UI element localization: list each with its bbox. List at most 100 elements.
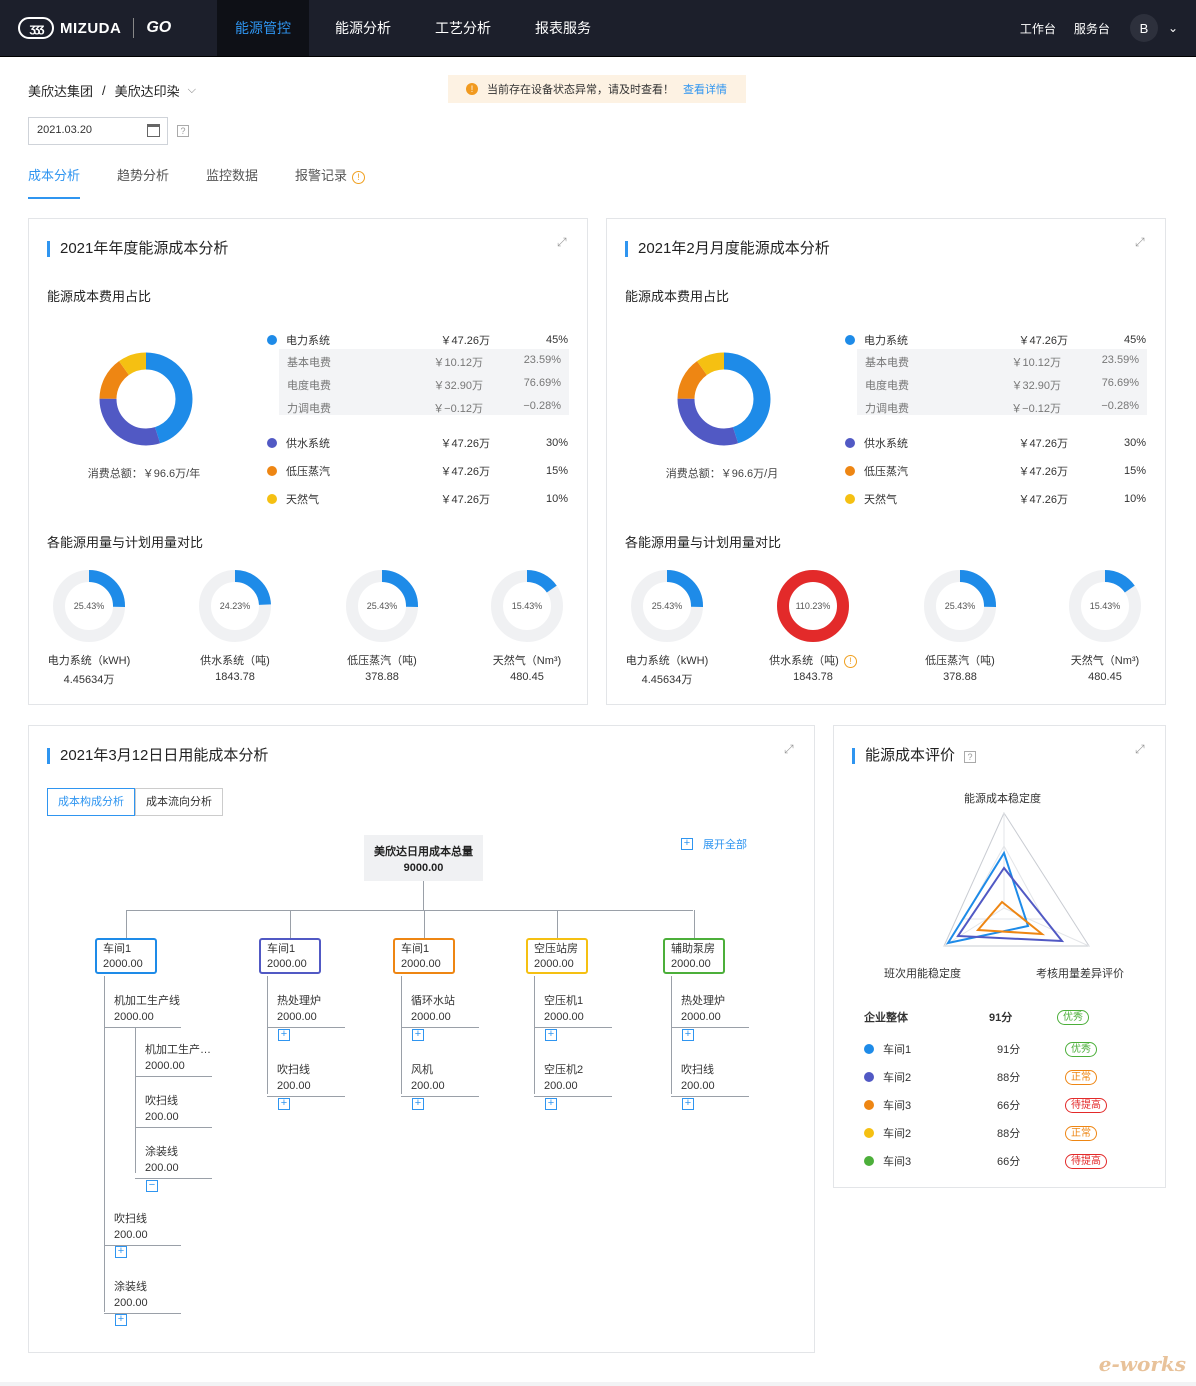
- status-badge: 待提高: [1065, 1097, 1107, 1113]
- tree-leaf-value: 200.00: [114, 1297, 148, 1309]
- ring-name: 低压蒸汽（吨): [925, 655, 995, 667]
- tree-leaf-value: 2000.00: [411, 1011, 451, 1023]
- ring-pct: 25.43%: [945, 601, 976, 611]
- plus-icon[interactable]: +: [545, 1098, 557, 1110]
- status-badge: 优秀: [1057, 1009, 1089, 1025]
- ring-caption: 低压蒸汽（吨): [317, 652, 447, 668]
- plus-icon[interactable]: +: [115, 1246, 127, 1258]
- plus-icon[interactable]: +: [412, 1029, 424, 1041]
- legend-name: 电力系统: [286, 335, 330, 347]
- expand-icon[interactable]: ⤢: [1135, 235, 1149, 249]
- nav-energy-analysis[interactable]: 能源分析: [317, 0, 409, 56]
- tree-node[interactable]: 车间1 2000.00: [393, 938, 455, 974]
- plus-icon[interactable]: +: [278, 1029, 290, 1041]
- plus-icon[interactable]: +: [115, 1314, 127, 1326]
- alert-banner: ! 当前存在设备状态异常，请及时查看！ 查看详情: [448, 75, 746, 103]
- nav-process-analysis[interactable]: 工艺分析: [417, 0, 509, 56]
- tree-leaf-name: 循环水站: [411, 995, 455, 1007]
- legend-item: 天然气 ￥47.26万 10%: [267, 491, 568, 507]
- score-row-overall: 企业整体 91分 优秀: [864, 1009, 1089, 1025]
- tree-node[interactable]: 车间1 2000.00: [259, 938, 321, 974]
- expand-icon[interactable]: ⤢: [557, 235, 571, 249]
- node-name: 辅助泵房: [671, 943, 715, 955]
- cost-composition-button[interactable]: 成本构成分析: [47, 788, 135, 816]
- root-name: 美欣达日用成本总量: [374, 846, 473, 858]
- tree-leaf-underline: [671, 1027, 749, 1028]
- sub-pct: −0.28%: [523, 400, 561, 412]
- radar-axis-top: 能源成本稳定度: [964, 793, 1041, 805]
- breadcrumb-company[interactable]: 美欣达印染: [115, 81, 180, 100]
- score-value: 66分: [997, 1100, 1021, 1112]
- usage-ring: 25.43%: [631, 570, 703, 642]
- ring-value: 1843.78: [793, 671, 833, 683]
- score-value: 88分: [997, 1072, 1021, 1084]
- sub-name: 基本电费: [865, 357, 909, 369]
- avatar[interactable]: B: [1129, 14, 1158, 42]
- alert-detail-link[interactable]: 查看详情: [683, 81, 727, 97]
- sub-name: 电度电费: [287, 380, 331, 392]
- evaluation-card: 能源成本评价? ⤢ 能源成本稳定度 班次用能稳定度 考核用量差异评价 企业整体 …: [833, 725, 1166, 1188]
- breadcrumb-group[interactable]: 美欣达集团: [28, 81, 93, 100]
- legend-item: 低压蒸汽 ￥47.26万 15%: [267, 463, 568, 479]
- plus-icon[interactable]: +: [682, 1098, 694, 1110]
- expand-icon[interactable]: ⤢: [1135, 742, 1149, 756]
- cost-flow-button[interactable]: 成本流向分析: [135, 788, 223, 816]
- plus-icon[interactable]: +: [545, 1029, 557, 1041]
- expand-icon[interactable]: ⤢: [784, 742, 798, 756]
- sub-pct: −0.28%: [1101, 400, 1139, 412]
- date-value: 2021.03.20: [37, 124, 93, 136]
- legend-item: 供水系统 ￥47.26万 30%: [845, 435, 1146, 451]
- tree-connector: [267, 976, 268, 1094]
- ring-caption: 供水系统（吨): [170, 652, 300, 668]
- calendar-icon[interactable]: [147, 124, 160, 137]
- tree-leaf-underline: [534, 1096, 612, 1097]
- expand-all-button[interactable]: + 展开全部: [681, 836, 747, 852]
- chevron-down-icon[interactable]: ⌄: [1168, 21, 1178, 35]
- ring-value: 4.45634万: [63, 674, 115, 686]
- legend-pct: 30%: [545, 437, 568, 449]
- legend-pct: 45%: [545, 334, 568, 346]
- tree-node[interactable]: 辅助泵房 2000.00: [663, 938, 725, 974]
- logo-divider: [133, 18, 135, 38]
- tree-node[interactable]: 空压站房 2000.00: [526, 938, 588, 974]
- brand-logo[interactable]: ʒʒʒ MIZUDA GO: [18, 16, 171, 40]
- date-picker[interactable]: 2021.03.20: [28, 117, 168, 145]
- tree-leaf-underline: [671, 1096, 749, 1097]
- help-icon[interactable]: ?: [177, 125, 189, 137]
- tree-leaf-name: 空压机1: [544, 995, 584, 1007]
- tree-leaf-name: 热处理炉: [277, 995, 321, 1007]
- help-icon[interactable]: ?: [964, 751, 977, 763]
- legend-pct: 10%: [1123, 493, 1146, 505]
- nav-energy-control[interactable]: 能源管控: [217, 0, 309, 56]
- tree-leaf-value: 2000.00: [277, 1011, 317, 1023]
- legend-value: ￥47.26万: [440, 494, 490, 506]
- tree-connector: [671, 976, 672, 1094]
- legend-dot: [267, 494, 277, 504]
- top-right-tools: 工作台 服务台 B ⌄: [1002, 14, 1178, 42]
- plus-icon[interactable]: +: [278, 1098, 290, 1110]
- tab-monitor-data[interactable]: 监控数据: [206, 167, 258, 199]
- tree-node[interactable]: 车间1 2000.00: [95, 938, 157, 974]
- card-title-text: 能源成本评价: [865, 747, 956, 764]
- tree-root-node[interactable]: 美欣达日用成本总量 9000.00: [364, 835, 483, 881]
- score-name: 车间3: [883, 1156, 912, 1168]
- plus-icon[interactable]: +: [682, 1029, 694, 1041]
- ring-pct: 15.43%: [1090, 601, 1121, 611]
- ring-caption: 天然气（Nm³): [462, 652, 592, 668]
- ring-pct: 25.43%: [74, 601, 105, 611]
- plus-icon[interactable]: +: [412, 1098, 424, 1110]
- chevron-down-icon[interactable]: ⌵: [188, 84, 196, 97]
- legend-item: 供水系统 ￥47.26万 30%: [267, 435, 568, 451]
- logo-mark: ʒʒʒ: [18, 17, 54, 39]
- workbench-link[interactable]: 工作台: [1020, 20, 1056, 37]
- minus-icon[interactable]: −: [146, 1180, 158, 1192]
- score-dot: [864, 1072, 874, 1082]
- card-title: 2021年年度能源成本分析: [47, 241, 228, 257]
- tab-trend-analysis[interactable]: 趋势分析: [117, 167, 169, 199]
- tab-alarm-records[interactable]: 报警记录!: [295, 167, 366, 199]
- ring-value: 378.88: [365, 671, 399, 683]
- nav-report-service[interactable]: 报表服务: [517, 0, 609, 56]
- tree-leaf-underline: [104, 1027, 181, 1028]
- service-desk-link[interactable]: 服务台: [1074, 20, 1110, 37]
- tab-cost-analysis[interactable]: 成本分析: [28, 167, 81, 199]
